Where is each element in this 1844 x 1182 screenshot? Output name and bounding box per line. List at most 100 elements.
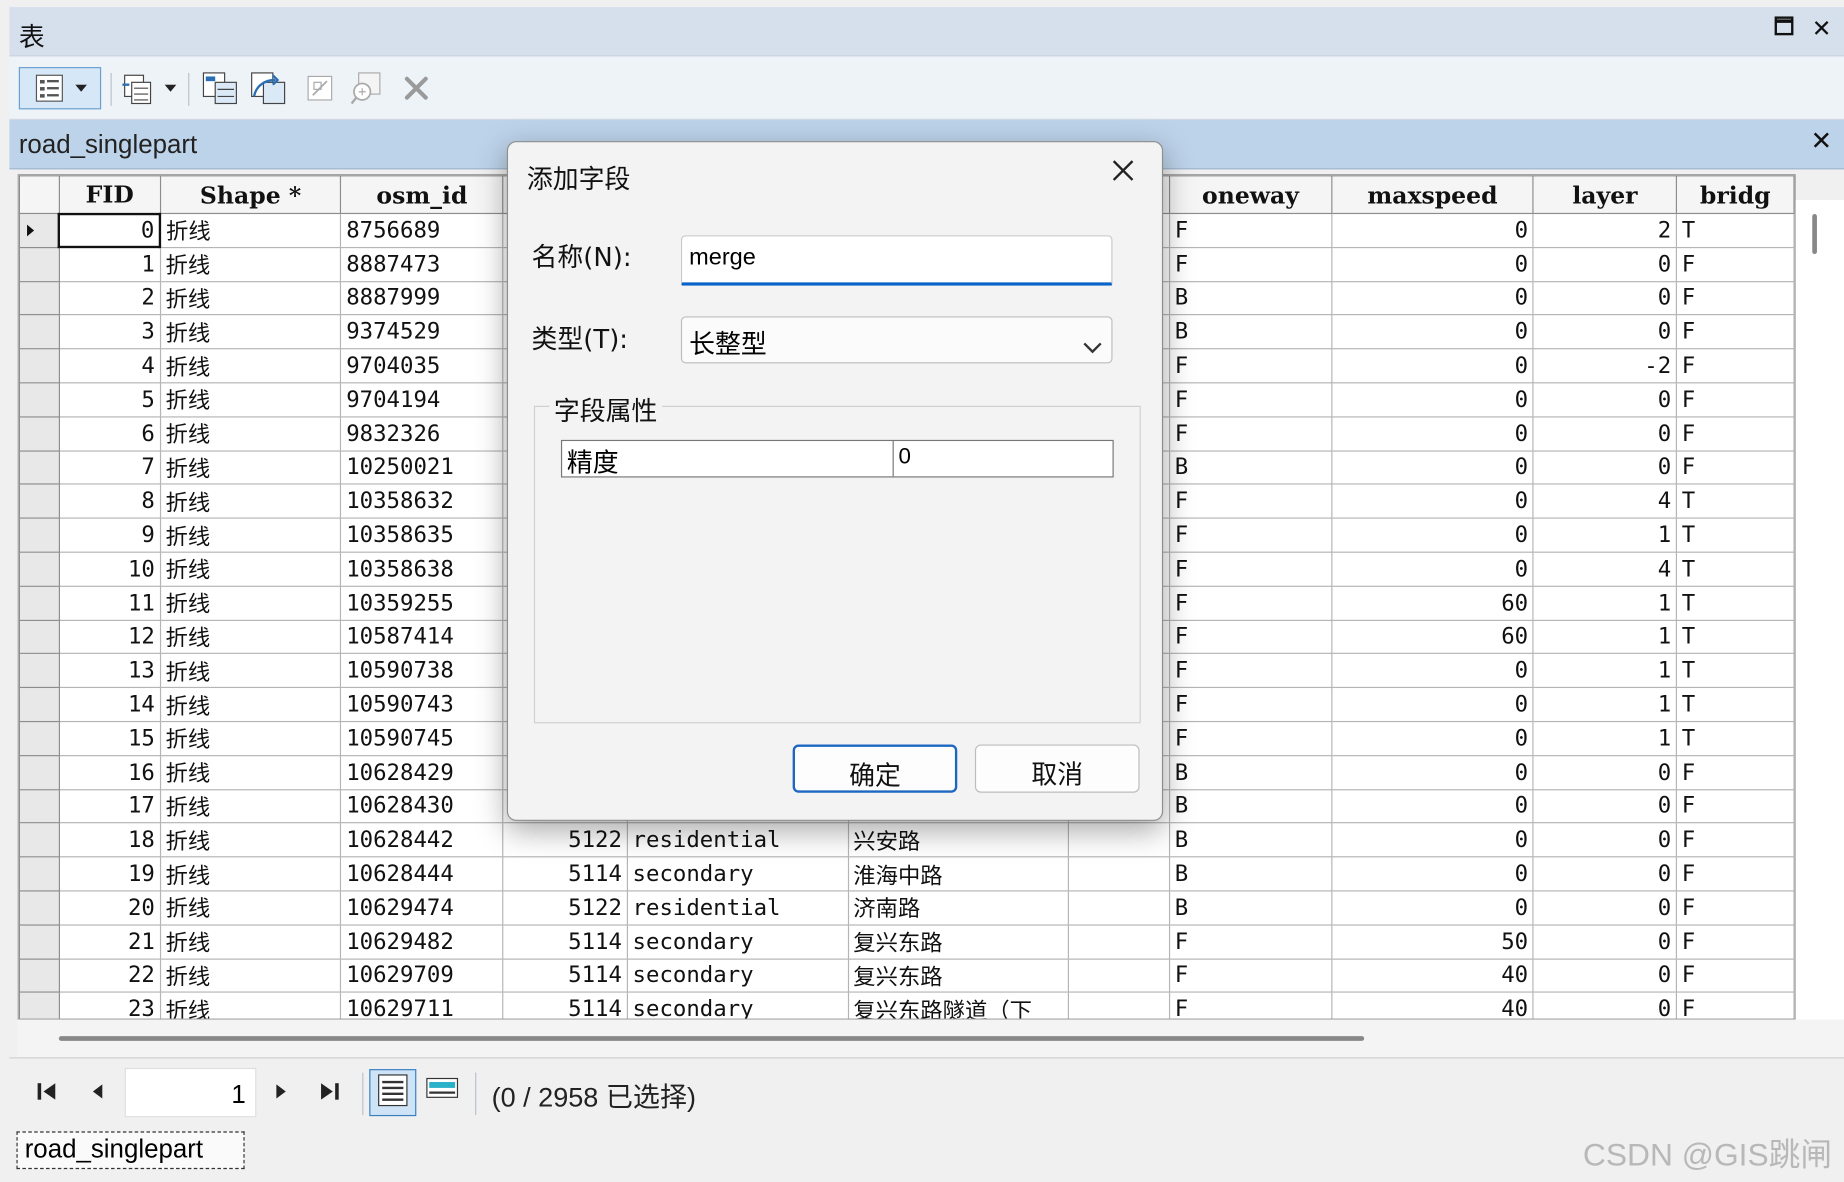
- vertical-scroll-thumb[interactable]: [1812, 214, 1817, 255]
- table-cell[interactable]: 0: [1532, 788, 1678, 824]
- table-cell[interactable]: 淮海中路: [847, 856, 1070, 892]
- previous-record-icon[interactable]: [89, 1080, 105, 1108]
- table-cell[interactable]: 0: [1330, 856, 1535, 892]
- table-cell[interactable]: 5114: [502, 957, 628, 994]
- table-cell[interactable]: 0: [1532, 382, 1678, 418]
- table-cell[interactable]: 折线: [159, 991, 342, 1019]
- table-row[interactable]: 18 折线 10628442 5122 residential 兴安路 B 0 0 F: [18, 822, 1795, 858]
- table-cell[interactable]: residential: [626, 890, 849, 926]
- row-selector[interactable]: [18, 483, 60, 519]
- table-cell[interactable]: F: [1675, 449, 1795, 485]
- row-selector[interactable]: [18, 822, 60, 858]
- table-cell[interactable]: 10590738: [340, 653, 504, 689]
- table-options-button[interactable]: [18, 67, 102, 110]
- table-cell[interactable]: 9704035: [340, 348, 504, 384]
- table-cell[interactable]: F: [1168, 348, 1333, 384]
- table-cell[interactable]: secondary: [626, 991, 849, 1019]
- table-cell[interactable]: 10628442: [340, 822, 504, 858]
- row-selector[interactable]: [18, 991, 60, 1019]
- table-row[interactable]: 19 折线 10628444 5114 secondary 淮海中路 B 0 0 F: [18, 856, 1795, 892]
- table-cell[interactable]: 10250021: [340, 449, 504, 485]
- row-selector[interactable]: [18, 720, 60, 756]
- table-cell[interactable]: F: [1168, 551, 1333, 587]
- table-cell[interactable]: 1: [1532, 687, 1678, 723]
- table-cell[interactable]: 折线: [159, 890, 342, 926]
- row-selector[interactable]: [18, 687, 60, 723]
- table-cell[interactable]: 10629711: [340, 991, 504, 1019]
- table-cell[interactable]: 折线: [159, 856, 342, 892]
- table-cell[interactable]: 0: [1330, 653, 1535, 689]
- table-cell[interactable]: 60: [1330, 619, 1535, 655]
- table-cell[interactable]: 21: [58, 924, 161, 960]
- table-cell[interactable]: F: [1168, 483, 1333, 519]
- table-cell[interactable]: 10628429: [340, 754, 504, 790]
- row-selector[interactable]: [18, 517, 60, 553]
- table-cell[interactable]: 0: [1330, 687, 1535, 723]
- table-cell[interactable]: 0: [1330, 890, 1535, 926]
- select-by-attributes-button[interactable]: [198, 67, 243, 109]
- table-row[interactable]: 21 折线 10629482 5114 secondary 复兴东路 F 50 0 F: [18, 924, 1795, 960]
- table-cell[interactable]: 19: [58, 856, 161, 892]
- column-header[interactable]: osm_id: [340, 175, 504, 215]
- table-cell[interactable]: T: [1675, 212, 1795, 248]
- table-row[interactable]: 20 折线 10629474 5122 residential 济南路 B 0 0 F: [18, 890, 1795, 926]
- table-cell[interactable]: 4: [58, 348, 161, 384]
- table-cell[interactable]: 20: [58, 890, 161, 926]
- field-name-input[interactable]: merge: [680, 235, 1113, 286]
- row-selector[interactable]: [18, 348, 60, 384]
- row-selector[interactable]: [18, 924, 60, 960]
- table-cell[interactable]: 0: [1330, 822, 1535, 858]
- row-selector[interactable]: [18, 585, 60, 621]
- row-selector[interactable]: [18, 754, 60, 790]
- table-cell[interactable]: 0: [1330, 754, 1535, 790]
- table-cell[interactable]: 11: [58, 585, 161, 621]
- table-cell[interactable]: 40: [1330, 957, 1535, 994]
- table-cell[interactable]: 10358635: [340, 517, 504, 553]
- table-cell[interactable]: B: [1168, 280, 1333, 316]
- table-cell[interactable]: 折线: [159, 822, 342, 858]
- table-cell[interactable]: F: [1168, 382, 1333, 418]
- table-cell[interactable]: F: [1675, 314, 1795, 350]
- maximize-icon[interactable]: [1769, 14, 1800, 42]
- row-selector[interactable]: [18, 382, 60, 418]
- table-cell[interactable]: secondary: [626, 924, 849, 960]
- close-icon[interactable]: [1105, 152, 1140, 193]
- table-cell[interactable]: F: [1675, 991, 1795, 1019]
- table-cell[interactable]: 2: [58, 280, 161, 316]
- table-cell[interactable]: 0: [1532, 246, 1678, 282]
- table-cell[interactable]: 0: [1330, 416, 1535, 452]
- table-cell[interactable]: 折线: [159, 348, 342, 384]
- table-cell[interactable]: 0: [1330, 449, 1535, 485]
- table-cell[interactable]: 折线: [159, 449, 342, 485]
- table-cell[interactable]: 0: [1532, 991, 1678, 1019]
- table-cell[interactable]: [1068, 991, 1171, 1019]
- table-cell[interactable]: 9832326: [340, 416, 504, 452]
- table-cell[interactable]: 2: [1532, 212, 1678, 248]
- table-cell[interactable]: F: [1675, 957, 1795, 994]
- table-cell[interactable]: 1: [58, 246, 161, 282]
- table-cell[interactable]: secondary: [626, 957, 849, 994]
- table-cell[interactable]: 折线: [159, 687, 342, 723]
- table-row[interactable]: 23 折线 10629711 5114 secondary 复兴东路隧道（下 F 40 0 F: [18, 991, 1795, 1019]
- table-cell[interactable]: F: [1675, 856, 1795, 892]
- table-cell[interactable]: 16: [58, 754, 161, 790]
- table-cell[interactable]: residential: [626, 822, 849, 858]
- row-selector[interactable]: [18, 280, 60, 316]
- table-cell[interactable]: T: [1675, 551, 1795, 587]
- table-cell[interactable]: 5114: [502, 924, 628, 960]
- table-cell[interactable]: F: [1675, 890, 1795, 926]
- row-selector[interactable]: [18, 551, 60, 587]
- table-cell[interactable]: 8887999: [340, 280, 504, 316]
- table-cell[interactable]: 折线: [159, 416, 342, 452]
- table-cell[interactable]: 0: [1330, 314, 1535, 350]
- table-cell[interactable]: 1: [1532, 720, 1678, 756]
- table-cell[interactable]: 折线: [159, 551, 342, 587]
- table-cell[interactable]: 折线: [159, 754, 342, 790]
- table-cell[interactable]: 1: [1532, 653, 1678, 689]
- table-cell[interactable]: T: [1675, 585, 1795, 621]
- table-cell[interactable]: F: [1168, 991, 1333, 1019]
- first-record-icon[interactable]: [35, 1080, 59, 1108]
- table-cell[interactable]: [1068, 890, 1171, 926]
- table-cell[interactable]: 1: [1532, 585, 1678, 621]
- table-cell[interactable]: F: [1168, 653, 1333, 689]
